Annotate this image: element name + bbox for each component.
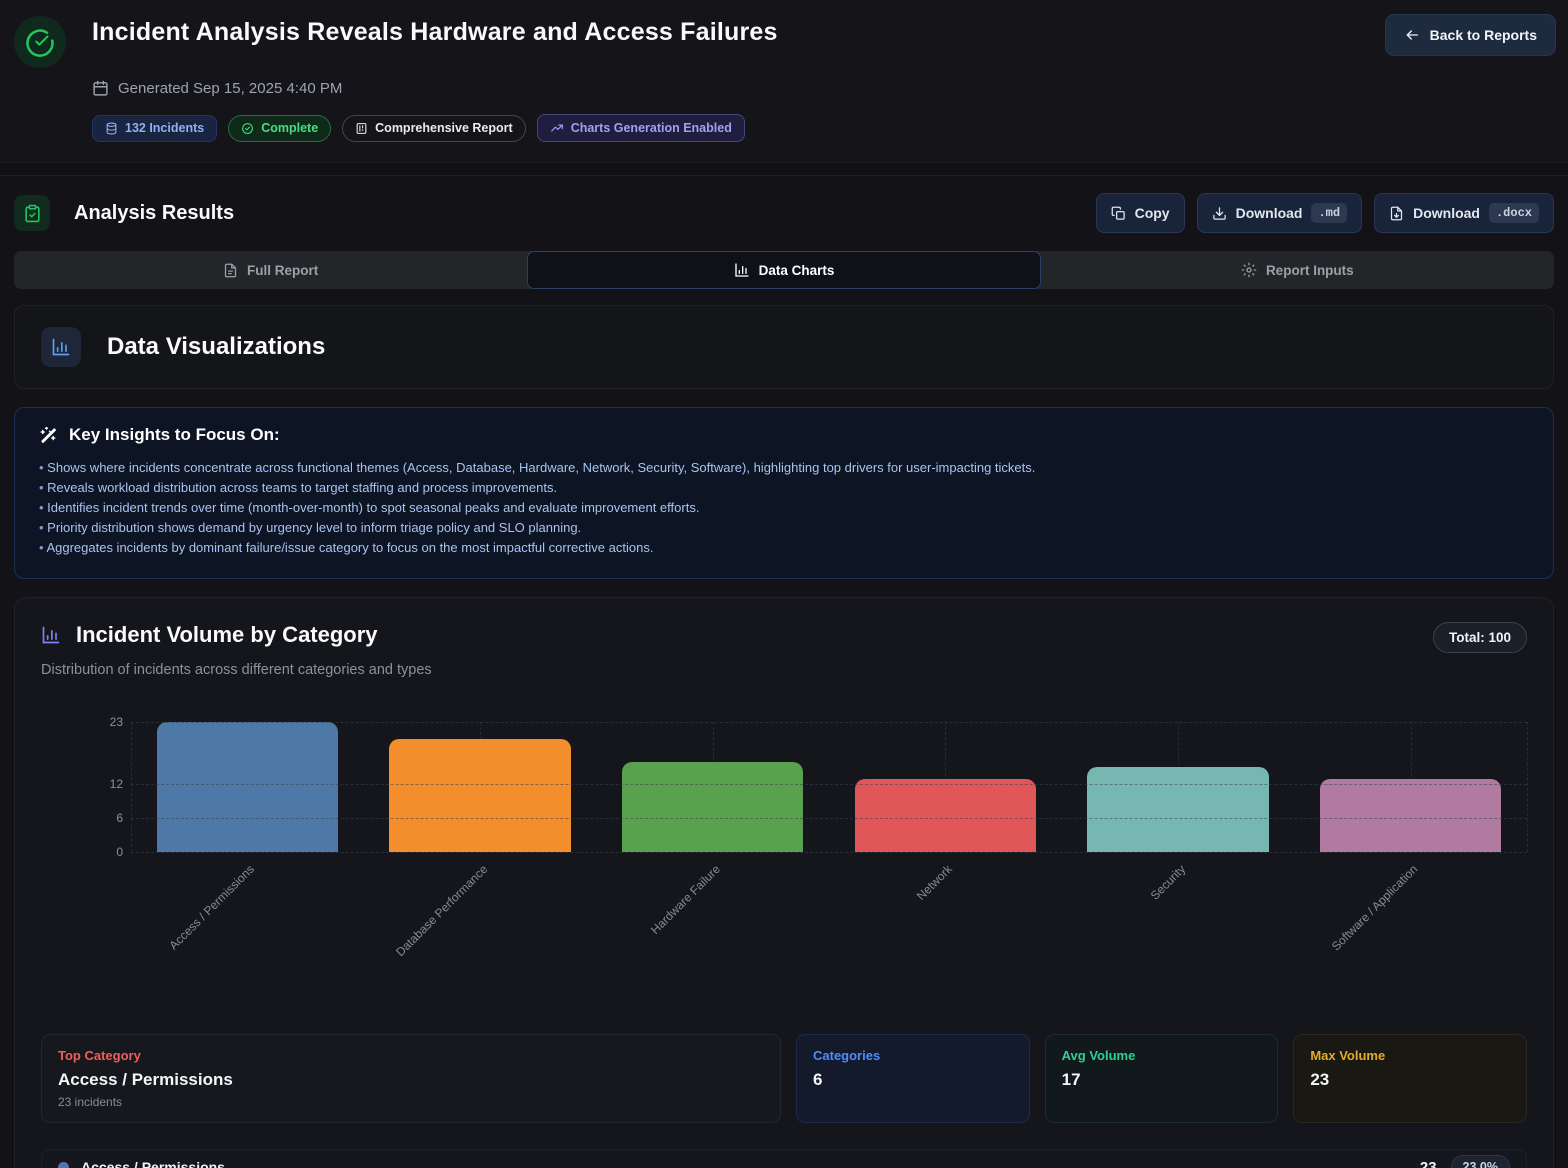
stat-categories: Categories 6 [796, 1034, 1030, 1123]
bar-network[interactable] [855, 779, 1036, 852]
bar-security[interactable] [1087, 767, 1268, 852]
bar-slot [829, 722, 1062, 852]
stat-avg-volume: Avg Volume 17 [1045, 1034, 1279, 1123]
gridline [131, 722, 1527, 723]
page-title: Incident Analysis Reveals Hardware and A… [92, 18, 778, 47]
bar-slot [1294, 722, 1527, 852]
trending-up-icon [550, 121, 564, 135]
back-to-reports-button[interactable]: Back to Reports [1385, 14, 1556, 56]
bar-chart-plot: 061223 [131, 722, 1527, 852]
bar-slot [1062, 722, 1295, 852]
percent-badge: 23.0% [1451, 1155, 1510, 1168]
data-visualizations-card: Data Visualizations [14, 305, 1554, 389]
y-axis-tick: 0 [83, 845, 123, 859]
report-tabbar: Full Report Data Charts Report Inputs [14, 251, 1554, 289]
y-axis-tick: 6 [83, 811, 123, 825]
chart-subtitle: Distribution of incidents across differe… [41, 662, 1527, 678]
bar-chart-icon [41, 625, 61, 645]
insight-bullet: Identifies incident trends over time (mo… [39, 498, 1529, 518]
docx-ext-chip: .docx [1489, 203, 1539, 223]
check-circle-icon [25, 27, 55, 57]
bar-software-application[interactable] [1320, 779, 1501, 852]
insight-bullet: Aggregates incidents by dominant failure… [39, 538, 1529, 558]
insight-bullet: Shows where incidents concentrate across… [39, 458, 1529, 478]
list-item-access-permissions[interactable]: Access / Permissions 23 23.0% [41, 1149, 1527, 1168]
x-axis-labels: Access / PermissionsDatabase Performance… [131, 852, 1527, 1004]
incidents-count-badge: 132 Incidents [92, 115, 217, 142]
y-axis-tick: 23 [83, 715, 123, 729]
insights-list: Shows where incidents concentrate across… [39, 458, 1529, 558]
generated-timestamp: Generated Sep 15, 2025 4:40 PM [118, 80, 342, 97]
chart-title: Incident Volume by Category [76, 622, 378, 648]
clipboard-check-icon [14, 195, 50, 231]
status-badge-complete: Complete [228, 115, 331, 142]
file-text-icon [223, 263, 238, 278]
bar-hardware-failure[interactable] [622, 762, 803, 852]
stat-top-category: Top Category Access / Permissions 23 inc… [41, 1034, 781, 1123]
database-icon [105, 122, 118, 135]
bar-chart-icon [734, 262, 750, 278]
download-docx-button[interactable]: Download .docx [1374, 193, 1554, 233]
gridline [131, 784, 1527, 785]
incident-volume-chart-card: Incident Volume by Category Total: 100 D… [14, 597, 1554, 1168]
copy-button[interactable]: Copy [1096, 193, 1185, 233]
gridline [131, 722, 132, 852]
y-axis-tick: 12 [83, 777, 123, 791]
bar-slot [364, 722, 597, 852]
legend-dot [58, 1162, 69, 1168]
charts-enabled-badge: Charts Generation Enabled [537, 114, 745, 142]
tab-data-charts[interactable]: Data Charts [527, 251, 1040, 289]
gridline [131, 818, 1527, 819]
insight-bullet: Reveals workload distribution across tea… [39, 478, 1529, 498]
arrow-left-icon [1404, 27, 1420, 43]
report-type-badge: Comprehensive Report [342, 115, 526, 142]
bar-chart-icon [41, 327, 81, 367]
wand-icon [39, 426, 57, 444]
check-circle-icon [241, 122, 254, 135]
md-ext-chip: .md [1311, 203, 1347, 223]
bar-database-performance[interactable] [389, 739, 570, 852]
gear-icon [1241, 262, 1257, 278]
bar-slot [596, 722, 829, 852]
download-icon [1212, 206, 1227, 221]
analysis-results-toolbar: Analysis Results Copy Download .md [0, 176, 1568, 245]
download-md-button[interactable]: Download .md [1197, 193, 1363, 233]
total-badge: Total: 100 [1433, 622, 1527, 653]
generated-row: Generated Sep 15, 2025 4:40 PM [92, 80, 1554, 97]
gridline [1527, 722, 1528, 852]
insight-bullet: Priority distribution shows demand by ur… [39, 518, 1529, 538]
insights-title: Key Insights to Focus On: [69, 425, 280, 445]
key-insights-panel: Key Insights to Focus On: Shows where in… [14, 407, 1554, 579]
page-header: Incident Analysis Reveals Hardware and A… [0, 0, 1568, 163]
section-title: Analysis Results [74, 202, 234, 225]
tab-report-inputs[interactable]: Report Inputs [1041, 251, 1554, 289]
bar-slots [131, 722, 1527, 852]
report-status-avatar [14, 16, 66, 68]
bar-access-permissions[interactable] [157, 722, 338, 852]
tab-full-report[interactable]: Full Report [14, 251, 527, 289]
layout-icon [355, 122, 368, 135]
section-divider [0, 163, 1568, 176]
calendar-icon [92, 80, 109, 97]
bar-slot [131, 722, 364, 852]
stat-max-volume: Max Volume 23 [1293, 1034, 1527, 1123]
chart-stats-row: Top Category Access / Permissions 23 inc… [41, 1034, 1527, 1123]
file-icon [1389, 206, 1404, 221]
copy-icon [1111, 206, 1126, 221]
badge-row: 132 Incidents Complete Comprehensive Rep… [92, 114, 1554, 142]
visualizations-title: Data Visualizations [107, 333, 325, 361]
